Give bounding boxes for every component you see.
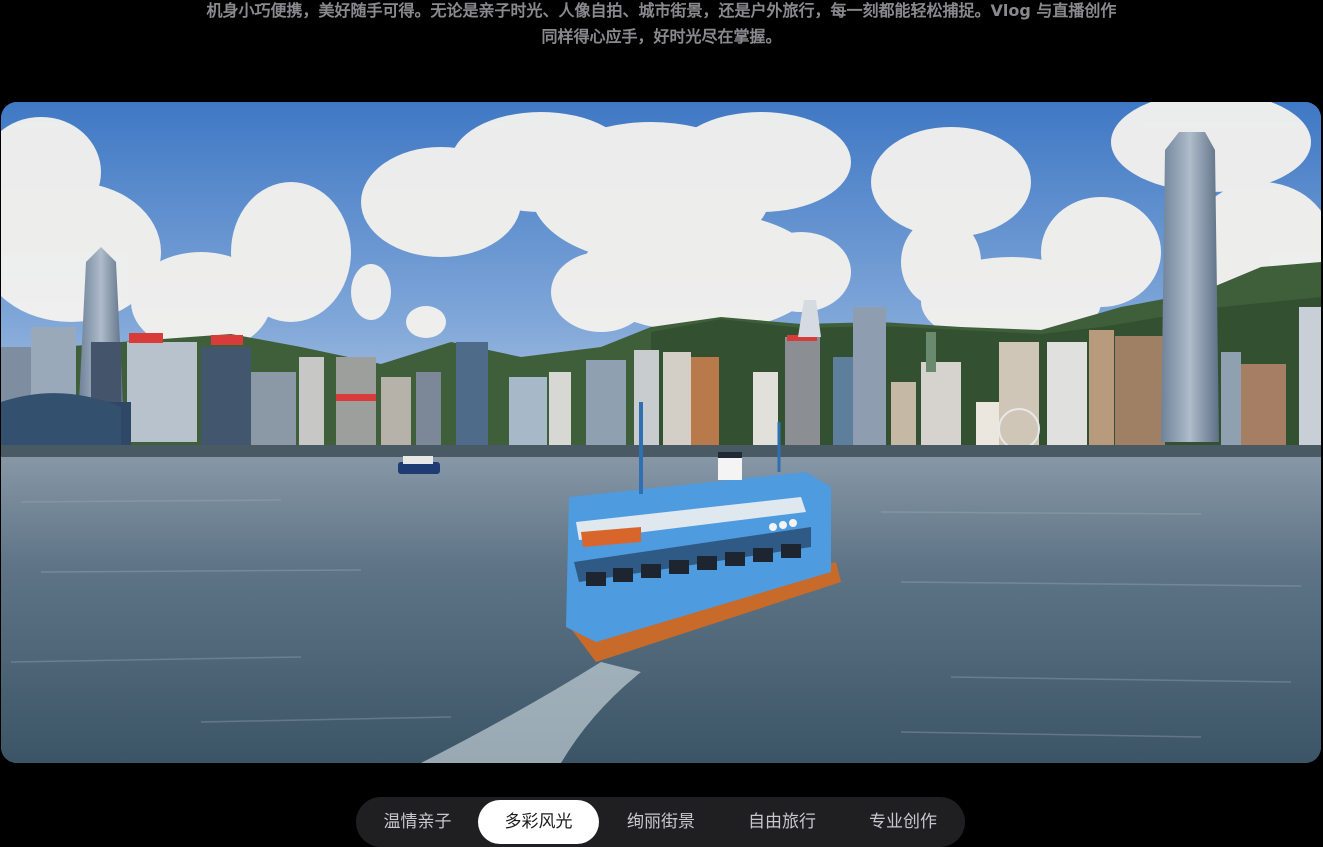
harbour-scene-image bbox=[1, 102, 1321, 763]
page: 机身小巧便携，美好随手可得。无论是亲子时光、人像自拍、城市街景，还是户外旅行，每… bbox=[0, 0, 1323, 847]
showcase-video[interactable] bbox=[1, 102, 1321, 763]
tab-scenery[interactable]: 多彩风光 bbox=[478, 800, 599, 844]
tab-creation[interactable]: 专业创作 bbox=[844, 800, 962, 844]
intro-line-1: 机身小巧便携，美好随手可得。无论是亲子时光、人像自拍、城市街景，还是户外旅行，每… bbox=[206, 1, 1117, 20]
tab-family[interactable]: 温情亲子 bbox=[360, 800, 475, 844]
tab-street[interactable]: 绚丽街景 bbox=[602, 800, 720, 844]
intro-line-2: 同样得心应手，好时光尽在掌握。 bbox=[541, 27, 782, 46]
scene-tab-bar: 温情亲子 多彩风光 绚丽街景 自由旅行 专业创作 bbox=[356, 797, 965, 847]
tab-travel[interactable]: 自由旅行 bbox=[723, 800, 841, 844]
